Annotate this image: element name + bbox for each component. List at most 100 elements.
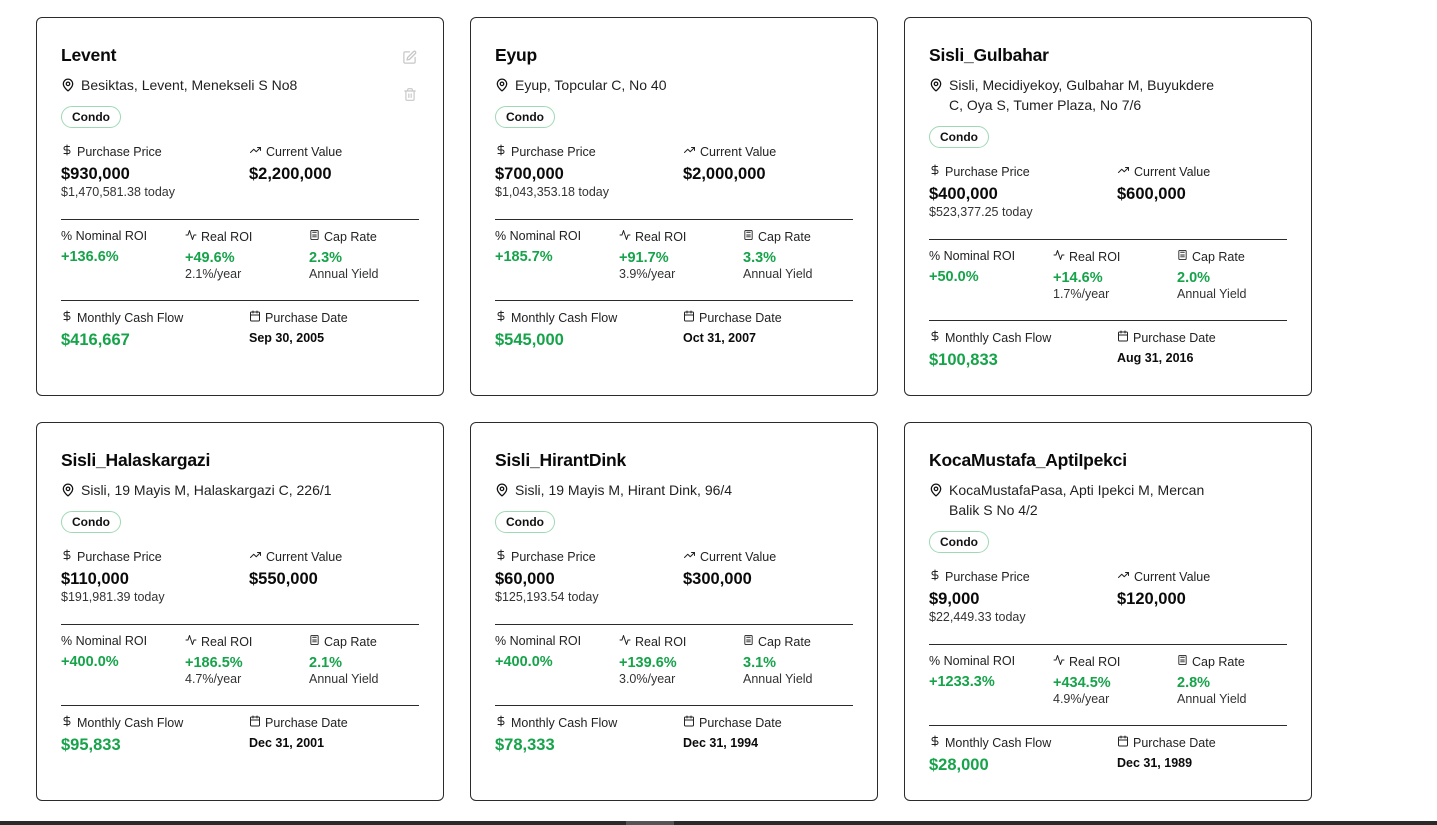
scrollbar-thumb[interactable] [626,821,674,825]
divider [61,705,419,706]
monthly-cash-flow-label: Monthly Cash Flow [61,715,183,730]
annual-yield-label: Annual Yield [1177,287,1247,301]
calculator-icon [1177,249,1188,264]
monthly-cash-flow-label: Monthly Cash Flow [929,735,1051,750]
monthly-cash-flow-value: $78,333 [495,736,555,754]
address-text: Sisli, Mecidiyekoy, Gulbahar M, Buyukder… [949,77,1215,113]
real-roi-value: +139.6% [619,655,677,671]
map-pin-icon [61,77,75,97]
purchase-date-label: Purchase Date [683,715,782,730]
horizontal-scrollbar[interactable] [0,821,1437,825]
nominal-roi-value: +1233.3% [929,674,995,690]
real-roi-label: Real ROI [185,634,252,649]
cap-rate-value: 3.3% [743,250,777,266]
divider [495,624,853,625]
trending-up-icon [249,144,262,159]
monthly-cash-flow-label: Monthly Cash Flow [929,330,1051,345]
trending-up-icon [683,549,696,564]
divider [929,320,1287,321]
monthly-cash-flow-value: $416,667 [61,331,130,349]
dollar-icon [61,715,73,730]
dollar-icon [495,549,507,564]
nominal-roi-value: +185.7% [495,249,553,265]
cap-rate-value: 2.1% [309,655,343,671]
calendar-icon [1117,735,1129,750]
divider [61,624,419,625]
trash-icon[interactable] [403,87,417,107]
purchase-price-label: Purchase Price [495,549,599,564]
purchase-date-value: Dec 31, 1989 [1117,756,1193,770]
dollar-icon [929,735,941,750]
property-name: Sisli_Gulbahar [929,45,1049,65]
property-card[interactable]: Sisli_HirantDink Sisli, 19 Mayis M, Hira… [470,422,878,801]
real-roi-value: +434.5% [1053,675,1111,691]
real-roi-per-year: 3.0%/year [619,672,676,686]
real-roi-label: Real ROI [185,229,252,244]
edit-icon[interactable] [402,50,417,70]
calendar-icon [249,310,261,325]
purchase-date-value: Sep 30, 2005 [249,331,325,345]
nominal-roi-label: % Nominal ROI [495,229,582,243]
real-roi-value: +14.6% [1053,270,1103,286]
current-value-value: $2,000,000 [683,165,766,183]
nominal-roi-label: % Nominal ROI [929,654,1016,668]
real-roi-label: Real ROI [1053,654,1120,669]
property-name: Sisli_Halaskargazi [61,450,211,470]
trending-up-icon [249,549,262,564]
map-pin-icon [495,77,509,97]
monthly-cash-flow-value: $545,000 [495,331,564,349]
dollar-icon [61,549,73,564]
annual-yield-label: Annual Yield [743,672,813,686]
divider [929,725,1287,726]
cap-rate-value: 2.8% [1177,675,1211,691]
monthly-cash-flow-label: Monthly Cash Flow [495,310,617,325]
real-roi-label: Real ROI [619,229,686,244]
property-name: Sisli_HirantDink [495,450,627,470]
purchase-price-label: Purchase Price [61,549,165,564]
calculator-icon [743,229,754,244]
property-card[interactable]: Eyup Eyup, Topcular C, No 40 Condo Purch… [470,17,878,396]
purchase-date-label: Purchase Date [249,715,348,730]
address-text: Sisli, 19 Mayis M, Hirant Dink, 96/4 [515,482,733,498]
activity-icon [619,634,631,649]
property-card[interactable]: KocaMustafa_AptiIpekci KocaMustafaPasa, … [904,422,1312,801]
property-address: Besiktas, Levent, Menekseli S No8 [61,75,361,97]
purchase-date-label: Purchase Date [249,310,348,325]
cap-rate-label: Cap Rate [309,634,379,649]
nominal-roi-label: % Nominal ROI [61,229,148,243]
divider [61,300,419,301]
address-text: KocaMustafaPasa, Apti Ipekci M, Mercan B… [949,482,1205,518]
property-name: KocaMustafa_AptiIpekci [929,450,1127,470]
activity-icon [185,634,197,649]
activity-icon [1053,654,1065,669]
monthly-cash-flow-value: $95,833 [61,736,121,754]
nominal-roi-value: +50.0% [929,269,979,285]
cap-rate-value: 2.0% [1177,270,1211,286]
purchase-price-value: $930,000 [61,165,130,183]
nominal-roi-value: +400.0% [61,654,119,670]
activity-icon [619,229,631,244]
purchase-price-value: $9,000 [929,590,980,608]
activity-icon [185,229,197,244]
purchase-price-value: $400,000 [929,185,998,203]
nominal-roi-value: +136.6% [61,249,119,265]
map-pin-icon [495,482,509,502]
property-card[interactable]: Sisli_Gulbahar Sisli, Mecidiyekoy, Gulba… [904,17,1312,396]
purchase-date-label: Purchase Date [1117,735,1216,750]
trending-up-icon [1117,164,1130,179]
cap-rate-label: Cap Rate [743,229,813,244]
dollar-icon [495,715,507,730]
nominal-roi-label: % Nominal ROI [929,249,1016,263]
real-roi-label: Real ROI [619,634,686,649]
property-card[interactable]: Sisli_Halaskargazi Sisli, 19 Mayis M, Ha… [36,422,444,801]
property-card[interactable]: Levent Besiktas, Levent, Menekseli S No8… [36,17,444,396]
current-value-label: Current Value [683,549,776,564]
address-text: Besiktas, Levent, Menekseli S No8 [81,77,298,93]
divider [929,644,1287,645]
dollar-icon [61,310,73,325]
purchase-date-value: Dec 31, 2001 [249,736,325,750]
divider [61,219,419,220]
annual-yield-label: Annual Yield [309,267,379,281]
trending-up-icon [1117,569,1130,584]
address-text: Eyup, Topcular C, No 40 [515,77,667,93]
